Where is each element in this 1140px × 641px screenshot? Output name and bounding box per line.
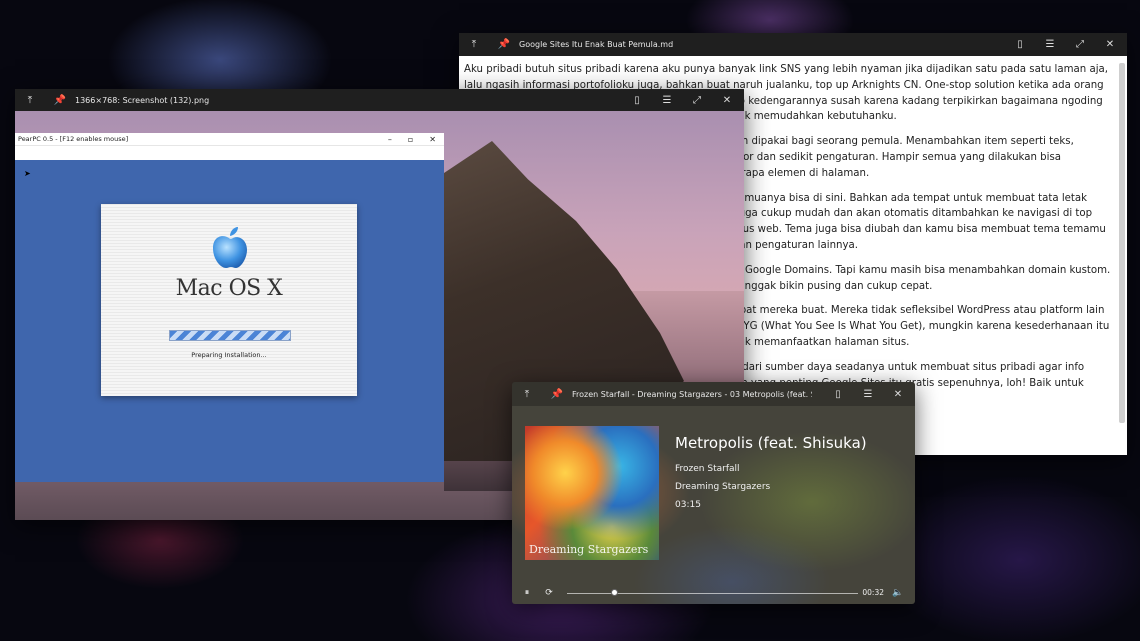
close-icon[interactable]: ✕ bbox=[429, 135, 436, 144]
song-duration: 03:15 bbox=[675, 500, 701, 510]
install-status: Preparing Installation... bbox=[191, 351, 267, 359]
artist-name: Frozen Starfall bbox=[675, 464, 740, 474]
album-name: Dreaming Stargazers bbox=[675, 482, 771, 492]
pearpc-window: PearPC 0.5 - [F12 enables mouse] – ▫ ✕ ➤ bbox=[15, 133, 444, 482]
repeat-icon[interactable]: ⟳ bbox=[542, 586, 556, 600]
markdown-titlebar[interactable]: ⤒ 📌 Google Sites Itu Enak Buat Pemula.md… bbox=[459, 33, 1127, 56]
cover-text: Dreaming Stargazers bbox=[529, 543, 649, 556]
close-icon[interactable]: ✕ bbox=[1103, 38, 1117, 52]
pearpc-title: PearPC 0.5 - [F12 enables mouse] bbox=[18, 135, 129, 143]
scrollbar[interactable] bbox=[1119, 63, 1125, 423]
document-icon[interactable]: ▯ bbox=[630, 93, 644, 107]
music-player-window: ⤒ 📌 Frozen Starfall - Dreaming Stargazer… bbox=[512, 382, 915, 604]
maximize-icon[interactable]: ⤢ bbox=[690, 93, 704, 107]
song-title: Metropolis (feat. Shisuka) bbox=[675, 434, 867, 452]
pearpc-titlebar[interactable]: PearPC 0.5 - [F12 enables mouse] – ▫ ✕ bbox=[15, 133, 444, 145]
list-icon[interactable]: ☰ bbox=[861, 387, 875, 401]
pearpc-menubar bbox=[15, 145, 444, 160]
seek-knob[interactable] bbox=[611, 589, 618, 596]
viewer-titlebar[interactable]: ⤒ 📌 1366×768: Screenshot (132).png ▯ ☰ ⤢… bbox=[15, 89, 744, 111]
pause-icon[interactable]: ⏸ bbox=[520, 586, 534, 600]
music-window-title: Frozen Starfall - Dreaming Stargazers - … bbox=[572, 389, 812, 399]
restore-icon[interactable]: ▫ bbox=[408, 135, 413, 144]
close-icon[interactable]: ✕ bbox=[720, 93, 734, 107]
mouse-cursor-icon: ➤ bbox=[24, 169, 31, 178]
elapsed-time: 00:32 bbox=[862, 588, 884, 597]
install-splash: Mac OS X Preparing Installation... bbox=[101, 204, 357, 396]
maximize-icon[interactable]: ⤢ bbox=[1073, 38, 1087, 52]
list-icon[interactable]: ☰ bbox=[1043, 38, 1057, 52]
pin-icon[interactable]: 📌 bbox=[497, 38, 511, 52]
collapse-icon[interactable]: ⤒ bbox=[23, 93, 37, 107]
volume-icon[interactable]: 🔈 bbox=[891, 586, 905, 600]
markdown-window-title: Google Sites Itu Enak Buat Pemula.md bbox=[519, 40, 674, 49]
collapse-icon[interactable]: ⤒ bbox=[467, 38, 481, 52]
minimize-icon[interactable]: – bbox=[388, 135, 392, 144]
collapse-icon[interactable]: ⤒ bbox=[520, 387, 534, 401]
pin-icon[interactable]: 📌 bbox=[550, 387, 564, 401]
playback-controls: ⏸ ⟳ 00:32 🔈 bbox=[512, 583, 915, 603]
music-titlebar[interactable]: ⤒ 📌 Frozen Starfall - Dreaming Stargazer… bbox=[512, 382, 915, 406]
document-icon[interactable]: ▯ bbox=[831, 387, 845, 401]
install-progress-bar bbox=[169, 330, 291, 341]
list-icon[interactable]: ☰ bbox=[660, 93, 674, 107]
os-name: Mac OS X bbox=[175, 276, 283, 301]
album-cover: Dreaming Stargazers bbox=[525, 426, 659, 560]
viewer-window-title: 1366×768: Screenshot (132).png bbox=[75, 95, 210, 105]
close-icon[interactable]: ✕ bbox=[891, 387, 905, 401]
apple-logo-icon bbox=[213, 227, 247, 268]
document-icon[interactable]: ▯ bbox=[1013, 38, 1027, 52]
pin-icon[interactable]: 📌 bbox=[53, 93, 67, 107]
